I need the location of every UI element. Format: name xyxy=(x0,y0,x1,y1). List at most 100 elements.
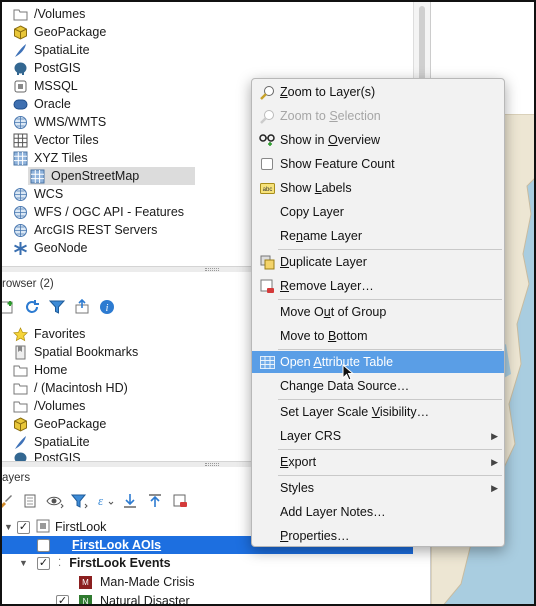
layer-label: Natural Disaster xyxy=(100,594,190,606)
expand-arrow-icon[interactable]: ▼ xyxy=(19,558,29,568)
filter-expression-icon[interactable]: ε xyxy=(96,492,114,510)
browser-item-label: XYZ Tiles xyxy=(34,151,88,165)
browser2-toolbar: i xyxy=(2,295,116,319)
layer-sub-man-made-crisis[interactable]: M Man-Made Crisis xyxy=(2,573,194,591)
layer-group-label: FirstLook xyxy=(55,520,107,534)
layer-checkbox[interactable]: ✓ xyxy=(56,594,69,604)
layers-panel-title: ayers xyxy=(2,472,31,484)
menu-copy-layer[interactable]: Copy Layer xyxy=(252,201,504,223)
menu-remove-layer[interactable]: Remove Layer… xyxy=(252,275,504,297)
menu-separator xyxy=(278,299,502,300)
browser-item-wfs[interactable]: WFS / OGC API - Features xyxy=(13,203,184,221)
browser-item-label: /Volumes xyxy=(34,399,86,413)
menu-open-attribute-table[interactable]: Open Attribute Table xyxy=(252,351,504,373)
menu-layer-crs[interactable]: Layer CRS ▶ xyxy=(252,425,504,447)
globe-icon xyxy=(13,115,28,130)
browser-item-label: OpenStreetMap xyxy=(51,169,140,183)
browser-item-volumes[interactable]: /Volumes xyxy=(13,5,85,23)
menu-properties[interactable]: Properties… xyxy=(252,525,504,547)
submenu-arrow-icon: ▶ xyxy=(491,456,498,467)
geopackage-icon xyxy=(13,24,28,40)
browser2-item-spatialite[interactable]: SpatiaLite xyxy=(13,433,90,451)
browser2-item-macintosh-hd[interactable]: / (Macintosh HD) xyxy=(13,379,128,397)
menu-separator xyxy=(278,449,502,450)
menu-duplicate-layer[interactable]: Duplicate Layer xyxy=(252,251,504,273)
grid-tiles-icon xyxy=(13,151,28,166)
collapse-all-icon[interactable] xyxy=(73,298,91,316)
browser-item-geonode[interactable]: GeoNode xyxy=(13,239,88,257)
info-icon[interactable]: i xyxy=(98,298,116,316)
expand-arrow-icon[interactable]: ▼ xyxy=(4,522,14,532)
splitter-grip xyxy=(205,463,219,466)
layer-checkbox[interactable]: ✓ xyxy=(37,556,50,570)
filter-legend-icon[interactable] xyxy=(71,492,89,510)
browser-item-label: Favorites xyxy=(34,327,86,341)
menu-add-layer-notes[interactable]: Add Layer Notes… xyxy=(252,501,504,523)
browser-item-vector-tiles[interactable]: Vector Tiles xyxy=(13,131,99,149)
browser-item-spatialite[interactable]: SpatiaLite xyxy=(13,41,90,59)
overview-glasses-icon xyxy=(259,132,275,148)
filter-icon[interactable] xyxy=(48,298,66,316)
globe-icon xyxy=(13,223,28,238)
remove-layer-icon[interactable] xyxy=(171,492,189,510)
browser-item-label: /Volumes xyxy=(34,7,86,21)
menu-rename-layer[interactable]: Rename Layer xyxy=(252,225,504,247)
folder-icon xyxy=(13,7,28,22)
expand-all-icon[interactable] xyxy=(121,492,139,510)
browser-item-wcs[interactable]: WCS xyxy=(13,185,63,203)
layer-sub-natural-disaster[interactable]: ✓ N Natural Disaster xyxy=(2,592,190,606)
menu-show-feature-count[interactable]: Show Feature Count xyxy=(252,153,504,175)
add-group-icon[interactable] xyxy=(21,492,39,510)
browser-item-label: SpatiaLite xyxy=(34,435,90,449)
browser2-item-geopackage[interactable]: GeoPackage xyxy=(13,415,106,433)
browser-item-oracle[interactable]: Oracle xyxy=(13,95,71,113)
collapse-all-icon[interactable] xyxy=(146,492,164,510)
browser2-item-favorites[interactable]: Favorites xyxy=(13,325,85,343)
spatialite-feather-icon xyxy=(13,43,28,58)
browser-item-label: Vector Tiles xyxy=(34,133,99,147)
layer-checkbox[interactable]: ✓ xyxy=(37,538,50,552)
oracle-icon xyxy=(13,97,28,112)
browser2-item-postgis[interactable]: PostGIS xyxy=(13,451,81,461)
menu-styles[interactable]: Styles ▶ xyxy=(252,477,504,499)
browser-item-geopackage[interactable]: GeoPackage xyxy=(13,23,106,41)
browser-item-label: WFS / OGC API - Features xyxy=(34,205,185,219)
browser2-item-home[interactable]: Home xyxy=(13,361,67,379)
svg-text:ε: ε xyxy=(98,493,104,508)
layer-group-firstlook-events[interactable]: ▼ ✓ ⁚ FirstLook Events xyxy=(2,554,171,572)
grid-tiles-icon xyxy=(13,133,28,148)
menu-zoom-to-selection[interactable]: Zoom to Selection xyxy=(252,105,504,127)
menu-show-labels[interactable]: abc Show Labels xyxy=(252,177,504,199)
menu-set-layer-scale-visibility[interactable]: Set Layer Scale Visibility… xyxy=(252,401,504,423)
menu-change-data-source[interactable]: Change Data Source… xyxy=(252,375,504,397)
mssql-icon xyxy=(13,79,28,94)
browser-item-openstreetmap[interactable]: OpenStreetMap xyxy=(28,167,195,185)
menu-separator xyxy=(278,399,502,400)
svg-text:abc: abc xyxy=(262,187,272,193)
layer-group-firstlook[interactable]: ▼ ✓ FirstLook xyxy=(2,518,106,536)
layer-checkbox[interactable]: ✓ xyxy=(17,520,30,534)
browser-item-xyz-tiles[interactable]: XYZ Tiles xyxy=(13,149,88,167)
manage-visibility-eye-icon[interactable] xyxy=(46,492,64,510)
browser-item-wms-wmts[interactable]: WMS/WMTS xyxy=(13,113,106,131)
menu-move-to-bottom[interactable]: Move to Bottom xyxy=(252,325,504,347)
postgis-elephant-icon xyxy=(13,451,28,461)
browser-item-label: MSSQL xyxy=(34,79,78,93)
refresh-icon[interactable] xyxy=(23,298,41,316)
menu-zoom-to-layer[interactable]: Zoom to Layer(s) xyxy=(252,81,504,103)
add-layer-icon[interactable] xyxy=(2,298,16,316)
style-brush-icon[interactable] xyxy=(2,492,14,510)
menu-show-in-overview[interactable]: Show in Overview xyxy=(252,129,504,151)
splitter-grip xyxy=(205,268,219,271)
layer-group-label: FirstLook Events xyxy=(69,556,171,570)
browser2-item-spatial-bookmarks[interactable]: Spatial Bookmarks xyxy=(13,343,138,361)
checkbox-icon[interactable] xyxy=(259,156,275,172)
browser2-item-volumes[interactable]: /Volumes xyxy=(13,397,85,415)
menu-export[interactable]: Export ▶ xyxy=(252,451,504,473)
browser-item-postgis[interactable]: PostGIS xyxy=(13,59,81,77)
geonode-icon xyxy=(13,241,28,256)
browser-item-mssql[interactable]: MSSQL xyxy=(13,77,78,95)
browser-item-arcgis-rest[interactable]: ArcGIS REST Servers xyxy=(13,221,157,239)
browser-item-label: SpatiaLite xyxy=(34,43,90,57)
menu-move-out-of-group[interactable]: Move Out of Group xyxy=(252,301,504,323)
